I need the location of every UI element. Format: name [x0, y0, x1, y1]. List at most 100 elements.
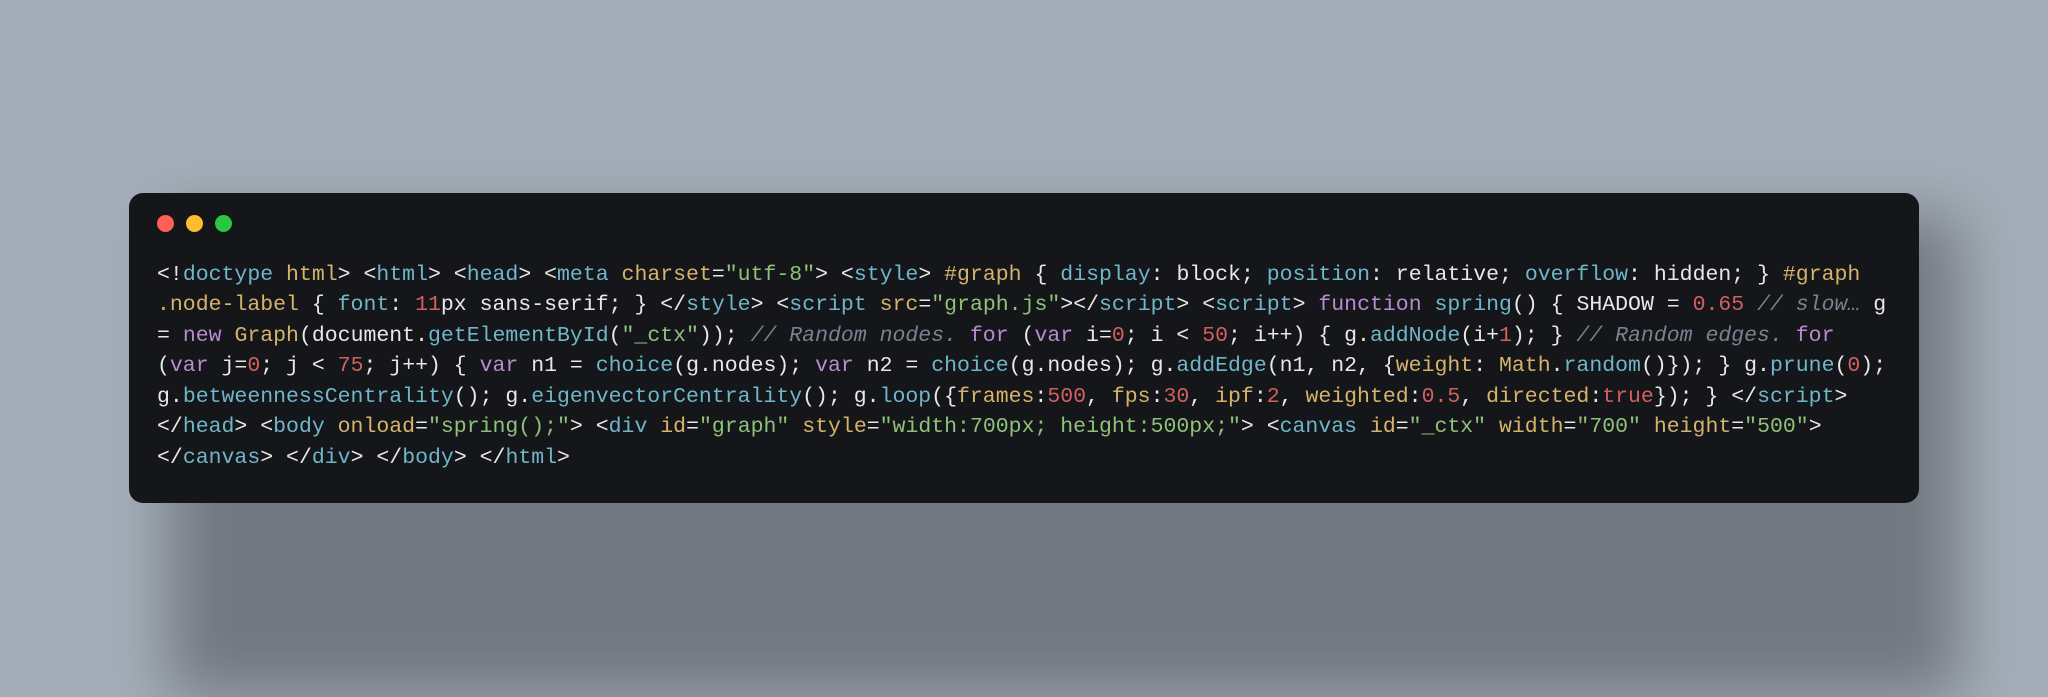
code-token: , [1086, 385, 1112, 409]
code-token: body [273, 415, 325, 439]
code-token: { [1022, 263, 1061, 287]
code-token: betweennessCentrality [183, 385, 454, 409]
code-token: ({ [931, 385, 957, 409]
code-token: head [467, 263, 519, 287]
code-token: eigenvectorCentrality [531, 385, 802, 409]
code-token: 11 [415, 293, 441, 317]
close-button[interactable] [157, 215, 174, 232]
code-token: ; } [609, 293, 661, 317]
code-token: // Random edges. [1576, 324, 1782, 348]
zoom-button[interactable] [215, 215, 232, 232]
code-token: ; } [1731, 263, 1783, 287]
code-token: doctype [183, 263, 273, 287]
code-token: weight [1396, 354, 1473, 378]
minimize-button[interactable] [186, 215, 203, 232]
code-token: Graph [234, 324, 299, 348]
code-token [647, 415, 660, 439]
code-token: body [402, 446, 454, 470]
code-token: "graph.js" [931, 293, 1060, 317]
code-token: fps [1112, 385, 1151, 409]
code-token: document [312, 324, 415, 348]
code-token: height [1654, 415, 1731, 439]
code-token: 0.5 [1422, 385, 1461, 409]
code-token: 0.65 [1693, 293, 1745, 317]
code-token: canvas [183, 446, 260, 470]
code-token: "spring();" [428, 415, 570, 439]
code-token: ); } [1512, 324, 1577, 348]
code-token: : [1254, 385, 1267, 409]
code-token: addNode [1370, 324, 1460, 348]
code-token [609, 263, 622, 287]
code-token: = [1396, 415, 1409, 439]
code-token: 0 [1112, 324, 1125, 348]
code-token: src [880, 293, 919, 317]
code-token: : [1370, 263, 1396, 287]
code-token: var [815, 354, 854, 378]
code-token: (i+ [1460, 324, 1499, 348]
code-token [583, 415, 596, 439]
code-token: { [299, 293, 338, 317]
code-token: < [776, 293, 789, 317]
code-token: = [1731, 415, 1744, 439]
code-token [351, 263, 364, 287]
code-token: sans-serif [467, 293, 609, 317]
code-token: frames [957, 385, 1034, 409]
code-token: meta [557, 263, 609, 287]
code-token: < [544, 263, 557, 287]
code-token: </ [286, 446, 312, 470]
code-token: , [1280, 385, 1306, 409]
code-token: 30 [1163, 385, 1189, 409]
code-token: 75 [338, 354, 364, 378]
code-token: : [389, 293, 415, 317]
code-token: : [1409, 385, 1422, 409]
code-token: > [557, 446, 570, 470]
code-block[interactable]: <!doctype html> <html> <head> <meta char… [157, 260, 1891, 474]
code-token: width [1499, 415, 1564, 439]
code-token: canvas [1280, 415, 1357, 439]
code-token: script [1099, 293, 1176, 317]
code-token: > [1176, 293, 1189, 317]
code-token: = [867, 415, 880, 439]
code-token [1422, 293, 1435, 317]
code-token: ; i++) { g. [1228, 324, 1370, 348]
code-token: </ [157, 446, 183, 470]
code-token: "_ctx" [622, 324, 699, 348]
code-token: script [1215, 293, 1292, 317]
code-token: style [686, 293, 751, 317]
code-token [1641, 415, 1654, 439]
code-token: for [1796, 324, 1835, 348]
code-token: div [312, 446, 351, 470]
code-token: > [918, 263, 931, 287]
code-token: : [1589, 385, 1602, 409]
code-token: choice [931, 354, 1008, 378]
code-token: (n1, n2, { [1267, 354, 1396, 378]
code-token: </ [660, 293, 686, 317]
code-token: n2 = [854, 354, 931, 378]
code-token: div [609, 415, 648, 439]
code-token: html [376, 263, 428, 287]
code-token: "width:700px; height:500px;" [880, 415, 1241, 439]
code-token: < [841, 263, 854, 287]
code-token: > [1060, 293, 1073, 317]
code-token: </ [1073, 293, 1099, 317]
code-token: (g.nodes); [673, 354, 815, 378]
code-token: }); } [1654, 385, 1731, 409]
code-token: . [415, 324, 428, 348]
code-token: = [918, 293, 931, 317]
code-token: ; j++) { [363, 354, 479, 378]
code-token: 0 [247, 354, 260, 378]
code-token: block [1176, 263, 1241, 287]
code-token [1847, 385, 1860, 409]
code-token: var [480, 354, 519, 378]
code-token: = [415, 415, 428, 439]
code-token [1254, 415, 1267, 439]
code-token: = [1654, 293, 1693, 317]
code-token: #graph [944, 263, 1021, 287]
code-token: "500" [1744, 415, 1809, 439]
code-token: > [260, 446, 273, 470]
code-token: () { [1512, 293, 1577, 317]
code-token: script [789, 293, 866, 317]
code-token: id [660, 415, 686, 439]
code-token: > [815, 263, 828, 287]
code-token: = [1564, 415, 1577, 439]
